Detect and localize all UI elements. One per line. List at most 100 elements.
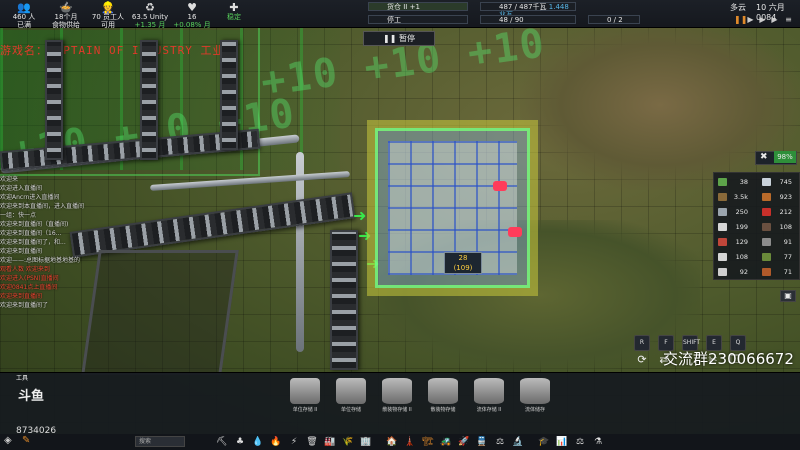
- build-item[interactable]: 流体储存: [512, 378, 558, 418]
- power-bar[interactable]: 487 / 487千瓦 1.448兆瓦: [480, 2, 576, 19]
- tree-icon[interactable]: ♣: [233, 435, 247, 449]
- resource-item[interactable]: 77: [758, 252, 800, 263]
- road-icon[interactable]: ⛏: [215, 435, 229, 449]
- pause-speed-icon[interactable]: ❚❚: [734, 15, 747, 24]
- build-item[interactable]: 单位存储: [328, 378, 374, 418]
- resource-item[interactable]: 212: [758, 207, 800, 218]
- resource-item[interactable]: 3.5k: [714, 192, 758, 203]
- hotkey-r[interactable]: R: [634, 335, 650, 351]
- chart-icon[interactable]: 📊: [555, 435, 569, 449]
- people-icon: 👥: [17, 1, 31, 14]
- resource-item[interactable]: 108: [758, 222, 800, 233]
- storage-building-icon: [290, 378, 320, 404]
- balance-icon[interactable]: ⚖: [573, 435, 587, 449]
- scale-icon[interactable]: ⚖: [493, 435, 507, 449]
- top-stat[interactable]: ♥ 16 +0.08% 月: [172, 2, 212, 29]
- fire-icon[interactable]: 🔥: [269, 435, 283, 449]
- farm-icon[interactable]: 🌾: [341, 435, 355, 449]
- resource-panel: 38 745 3.5k 923 250 212 199 108 129 91 108 77 92 71: [713, 172, 800, 280]
- chat-line: 观看人数 欢迎来到: [0, 266, 50, 273]
- resource-item[interactable]: 129: [714, 237, 758, 248]
- build-item[interactable]: 单位存储 II: [282, 378, 328, 418]
- resource-item[interactable]: 250: [714, 207, 758, 218]
- chat-line: 欢迎来到直播间: [0, 293, 43, 300]
- conveyor-belt[interactable]: [140, 40, 158, 160]
- trash-icon[interactable]: 🗑: [305, 435, 319, 449]
- resource-item[interactable]: 71: [758, 267, 800, 278]
- flask-icon[interactable]: ⚗: [591, 435, 605, 449]
- resource-value: 212: [779, 208, 792, 216]
- rocket-icon[interactable]: 🚀: [457, 435, 471, 449]
- edit-icon[interactable]: ✎: [22, 435, 30, 446]
- pause-indicator[interactable]: ❚❚ 暂停: [363, 31, 435, 46]
- top-stat[interactable]: 👷 70 员工人 可用: [88, 2, 128, 29]
- resource-icon: [762, 178, 771, 186]
- menu-icon[interactable]: ≡: [784, 15, 793, 24]
- water-icon[interactable]: 💧: [251, 435, 265, 449]
- tower-icon[interactable]: 🗼: [403, 435, 417, 449]
- weather-label: 多云: [730, 3, 746, 12]
- speed-3-icon[interactable]: ▶: [770, 15, 779, 24]
- input-arrow-icon: ➜: [358, 226, 372, 245]
- storage-building-icon: [428, 378, 458, 404]
- build-item[interactable]: 散装物存储 II: [374, 378, 420, 418]
- panel-toggle-icon[interactable]: ▣: [780, 290, 796, 302]
- maintenance-bar[interactable]: 0 / 2: [588, 15, 640, 24]
- resource-value: 92: [739, 268, 748, 276]
- train-icon[interactable]: 🚆: [475, 435, 489, 449]
- storage-bar[interactable]: 货仓 II +1: [368, 2, 468, 11]
- rotate-icon[interactable]: ⟳: [634, 353, 650, 367]
- resource-icon: [718, 238, 727, 246]
- vehicle-icon[interactable]: 🚜: [439, 435, 453, 449]
- house-icon[interactable]: 🏠: [385, 435, 399, 449]
- top-stat[interactable]: 👥 460 人已满: [4, 2, 44, 29]
- top-stat-label: +0.08% 月: [173, 21, 211, 29]
- top-stat[interactable]: ♻ 63.5 Unity +1.35 月: [130, 2, 170, 29]
- top-stat[interactable]: ✚ 稳定: [214, 2, 254, 21]
- conveyor-belt[interactable]: [330, 230, 358, 370]
- top-stat-label: 稳定: [227, 13, 241, 21]
- status-label: 停工: [387, 16, 401, 24]
- crane-icon[interactable]: 🏗: [421, 435, 435, 449]
- top-stat-value: 18个月: [54, 13, 78, 21]
- speed-2-icon[interactable]: ▶: [758, 15, 767, 24]
- resource-item[interactable]: 91: [758, 237, 800, 248]
- maintenance-label: 0 / 2: [607, 16, 623, 24]
- resource-item[interactable]: 199: [714, 222, 758, 233]
- conveyor-belt[interactable]: [220, 40, 238, 150]
- conveyor-belt[interactable]: [45, 40, 63, 160]
- ghost-tag-line2: (109): [453, 264, 473, 272]
- graduate-icon[interactable]: 🎓: [537, 435, 551, 449]
- resource-value: 923: [779, 193, 792, 201]
- vehicles-bar[interactable]: 48 / 90: [480, 15, 576, 24]
- resource-item[interactable]: 923: [758, 192, 800, 203]
- search-input[interactable]: 搜索: [135, 436, 185, 447]
- resource-item[interactable]: 108: [714, 252, 758, 263]
- top-stat[interactable]: 🍲 18个月 食物供给: [46, 2, 86, 29]
- resource-item[interactable]: 745: [758, 177, 800, 188]
- building-icon[interactable]: 🏢: [359, 435, 373, 449]
- layers-icon[interactable]: ◈: [4, 435, 12, 446]
- speed-1-icon[interactable]: ▶: [746, 15, 755, 24]
- build-item-label: 散装物存储 II: [382, 407, 412, 413]
- resource-value: 129: [735, 238, 748, 246]
- game-viewport[interactable]: { "top_stats": [ {"value":"460 人","label…: [0, 0, 800, 450]
- top-stat-value: 70 员工人: [91, 13, 125, 21]
- build-item-label: 散装物存储: [430, 407, 456, 413]
- power-label: 487 / 487千瓦: [499, 3, 547, 11]
- watermark: 交流群230066672: [663, 350, 794, 368]
- building-frame[interactable]: [81, 250, 239, 375]
- resource-item[interactable]: 38: [714, 177, 758, 188]
- research-icon[interactable]: 🔬: [511, 435, 525, 449]
- build-item[interactable]: 流体存储 II: [466, 378, 512, 418]
- status-bar[interactable]: 停工: [368, 15, 468, 24]
- resource-value: 71: [783, 268, 792, 276]
- build-item[interactable]: 散装物存储: [420, 378, 466, 418]
- resource-item[interactable]: 92: [714, 267, 758, 278]
- search-placeholder: 搜索: [139, 438, 152, 445]
- workers-icon: 👷: [101, 1, 115, 14]
- factory-icon[interactable]: 🏭: [323, 435, 337, 449]
- power-icon[interactable]: ⚡: [287, 435, 301, 449]
- pipe[interactable]: [296, 152, 304, 352]
- input-arrow-icon: ➜: [353, 206, 367, 225]
